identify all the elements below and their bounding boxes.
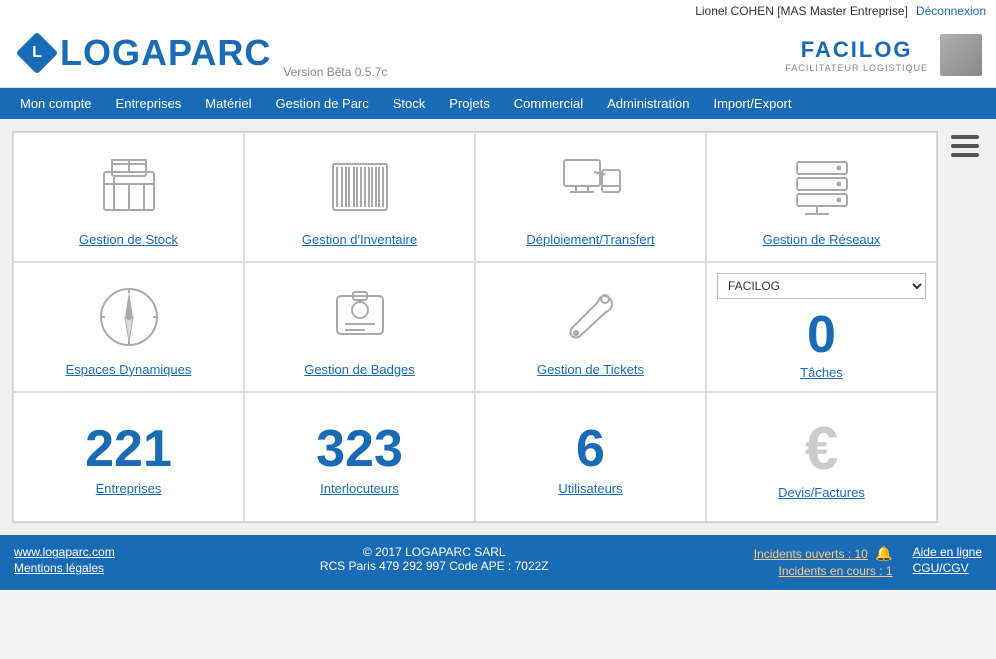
avatar-image: [940, 34, 982, 76]
facilog-brand: FACILOG: [801, 37, 913, 63]
badges-icon: [325, 282, 395, 352]
avatar: [940, 34, 982, 76]
cell-tickets[interactable]: Gestion de Tickets: [475, 262, 706, 392]
logo-text: LOGAPARC: [60, 32, 271, 74]
incidents-open-row: Incidents ouverts : 10 🔔: [754, 545, 893, 562]
footer-rcs: RCS Paris 479 292 997 Code APE : 7022Z: [320, 559, 549, 573]
cell-utilisateurs[interactable]: 6 Utilisateurs: [475, 392, 706, 522]
espaces-label: Espaces Dynamiques: [66, 362, 192, 377]
hamburger-line-1: [951, 135, 979, 139]
devis-label: Devis/Factures: [778, 485, 865, 500]
nav-import-export[interactable]: Import/Export: [701, 88, 803, 119]
facilog-logo: FACILOG FACILITATEUR LOGISTIQUE: [785, 37, 928, 73]
inventaire-label: Gestion d'Inventaire: [302, 232, 417, 247]
header-right: FACILOG FACILITATEUR LOGISTIQUE: [785, 34, 982, 76]
cell-espaces[interactable]: Espaces Dynamiques: [13, 262, 244, 392]
nav-materiel[interactable]: Matériel: [193, 88, 263, 119]
header: L LOGAPARC Version Bêta 0.5.7c FACILOG F…: [0, 22, 996, 88]
cell-reseaux[interactable]: Gestion de Réseaux: [706, 132, 937, 262]
logo-container: L LOGAPARC: [14, 30, 271, 76]
badges-label: Gestion de Badges: [304, 362, 415, 377]
svg-text:L: L: [32, 44, 42, 61]
cell-deploiement[interactable]: Déploiement/Transfert: [475, 132, 706, 262]
hamburger-button[interactable]: [951, 135, 979, 157]
taches-number: 0: [807, 309, 836, 361]
hamburger-line-3: [951, 153, 979, 157]
top-bar: Lionel COHEN [MAS Master Entreprise] Déc…: [0, 0, 996, 22]
cell-stock[interactable]: Gestion de Stock: [13, 132, 244, 262]
utilisateurs-label: Utilisateurs: [558, 481, 622, 496]
incidents-open-link[interactable]: Incidents ouverts : 10: [754, 547, 868, 561]
tickets-label: Gestion de Tickets: [537, 362, 644, 377]
dashboard-grid: Gestion de Stock: [12, 131, 938, 523]
nav-commercial[interactable]: Commercial: [502, 88, 595, 119]
euro-icon: €: [805, 419, 838, 479]
reseaux-label: Gestion de Réseaux: [763, 232, 881, 247]
footer-mentions-link[interactable]: Mentions légales: [14, 561, 115, 575]
footer-right-wrapper: Incidents ouverts : 10 🔔 Incidents en co…: [754, 545, 982, 580]
cell-inventaire[interactable]: Gestion d'Inventaire: [244, 132, 475, 262]
taches-label: Tâches: [800, 365, 843, 380]
version-text: Version Bêta 0.5.7c: [283, 65, 387, 79]
interlocuteurs-number: 323: [316, 423, 403, 475]
entreprises-number: 221: [85, 423, 172, 475]
logo-diamond-icon: L: [14, 30, 60, 76]
main-nav: Mon compte Entreprises Matériel Gestion …: [0, 88, 996, 119]
aide-en-ligne-link[interactable]: Aide en ligne: [913, 545, 982, 559]
entreprises-label: Entreprises: [96, 481, 162, 496]
footer-center: © 2017 LOGAPARC SARL RCS Paris 479 292 9…: [320, 545, 549, 573]
side-panel: [946, 131, 984, 523]
facilog-sub: FACILITATEUR LOGISTIQUE: [785, 63, 928, 73]
nav-mon-compte[interactable]: Mon compte: [8, 88, 104, 119]
nav-stock[interactable]: Stock: [381, 88, 438, 119]
cgu-link[interactable]: CGU/CGV: [913, 561, 982, 575]
main-content: Gestion de Stock: [0, 119, 996, 535]
bell-icon: 🔔: [875, 545, 892, 561]
interlocuteurs-label: Interlocuteurs: [320, 481, 399, 496]
footer-right-links: Aide en ligne CGU/CGV: [913, 545, 982, 580]
incidents-ongoing-link[interactable]: Incidents en cours : 1: [779, 564, 893, 578]
footer-logaparc-link[interactable]: www.logaparc.com: [14, 545, 115, 559]
utilisateurs-number: 6: [576, 423, 605, 475]
hamburger-line-2: [951, 144, 979, 148]
footer: www.logaparc.com Mentions légales © 2017…: [0, 535, 996, 590]
nav-entreprises[interactable]: Entreprises: [104, 88, 194, 119]
logout-link[interactable]: Déconnexion: [916, 4, 986, 18]
nav-gestion-parc[interactable]: Gestion de Parc: [264, 88, 381, 119]
nav-administration[interactable]: Administration: [595, 88, 701, 119]
footer-incidents: Incidents ouverts : 10 🔔 Incidents en co…: [754, 545, 893, 580]
stock-label: Gestion de Stock: [79, 232, 178, 247]
footer-left: www.logaparc.com Mentions légales: [14, 545, 115, 577]
cell-interlocuteurs[interactable]: 323 Interlocuteurs: [244, 392, 475, 522]
deploiement-icon: [556, 152, 626, 222]
stock-icon: [94, 152, 164, 222]
logo-area: L LOGAPARC Version Bêta 0.5.7c: [14, 30, 785, 79]
inventaire-icon: [325, 152, 395, 222]
footer-copyright: © 2017 LOGAPARC SARL: [320, 545, 549, 559]
incidents-ongoing-row: Incidents en cours : 1: [754, 564, 893, 578]
nav-projets[interactable]: Projets: [437, 88, 501, 119]
cell-devis[interactable]: € Devis/Factures: [706, 392, 937, 522]
reseaux-icon: [787, 152, 857, 222]
user-info: Lionel COHEN [MAS Master Entreprise]: [695, 4, 908, 18]
deploiement-label: Déploiement/Transfert: [526, 232, 654, 247]
cell-taches[interactable]: FACILOG 0 Tâches: [706, 262, 937, 392]
cell-badges[interactable]: Gestion de Badges: [244, 262, 475, 392]
cell-entreprises[interactable]: 221 Entreprises: [13, 392, 244, 522]
tickets-icon: [556, 282, 626, 352]
taches-select[interactable]: FACILOG: [717, 273, 926, 299]
espaces-icon: [94, 282, 164, 352]
